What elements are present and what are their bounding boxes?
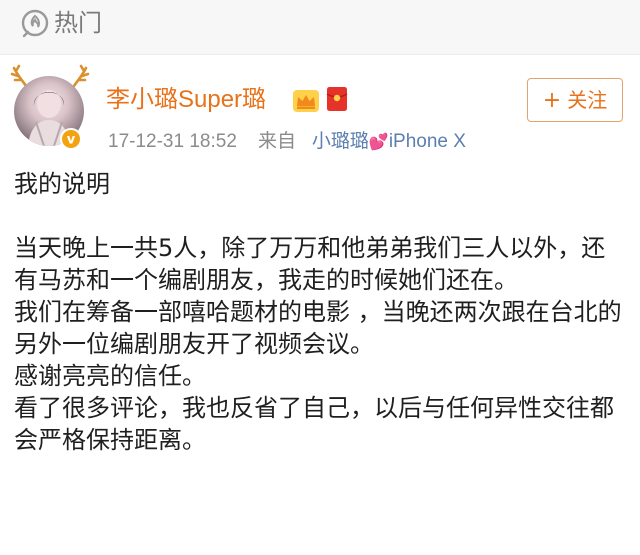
source-prefix: 来自	[258, 131, 297, 152]
post-paragraph: 当天晚上一共5人，除了万万和他弟弟我们三人以外，还有马苏和一个编剧朋友，我走的时…	[14, 234, 606, 294]
heart-icon: 💕	[368, 134, 389, 151]
follow-button-label: 关注	[567, 88, 608, 112]
author-name[interactable]: 李小璐Super璐	[106, 86, 266, 114]
post-timestamp: 17-12-31 18:52	[108, 131, 237, 152]
post-source-link[interactable]: 小璐璐💕iPhone X	[312, 131, 466, 152]
hot-topic-label: 热门	[54, 9, 102, 37]
post-title: 我的说明	[14, 170, 110, 198]
weibo-post-screen: 热门 v 李小璐Super璐 17-12-31 18:52 来自 小璐璐💕iPh…	[0, 0, 640, 555]
hot-topic-bar[interactable]: 热门	[0, 0, 640, 55]
author-avatar[interactable]: v	[8, 64, 92, 156]
source-name: 小璐璐	[311, 131, 369, 152]
verified-badge-icon: v	[60, 128, 82, 150]
source-device: iPhone X	[388, 131, 466, 152]
post-paragraph: 看了很多评论，我也反省了自己，以后与任何异性交往都会严格保持距离。	[14, 394, 614, 454]
hot-fire-icon	[21, 9, 49, 38]
svg-text:v: v	[67, 133, 76, 148]
post-paragraph: 我们在筹备一部嘻哈题材的电影 ，当晚还两次跟在台北的另外一位编剧朋友开了视频会议…	[14, 298, 622, 358]
red-packet-icon[interactable]	[326, 86, 348, 112]
plus-icon: +	[542, 88, 562, 113]
follow-button[interactable]: + 关注	[527, 78, 623, 122]
crown-icon[interactable]	[292, 89, 320, 113]
post-body: 我的说明 当天晚上一共5人，除了万万和他弟弟我们三人以外，还有马苏和一个编剧朋友…	[14, 168, 626, 456]
post-paragraph: 感谢亮亮的信任。	[14, 362, 206, 390]
post-meta: 17-12-31 18:52 来自 小璐璐💕iPhone X	[108, 131, 466, 154]
